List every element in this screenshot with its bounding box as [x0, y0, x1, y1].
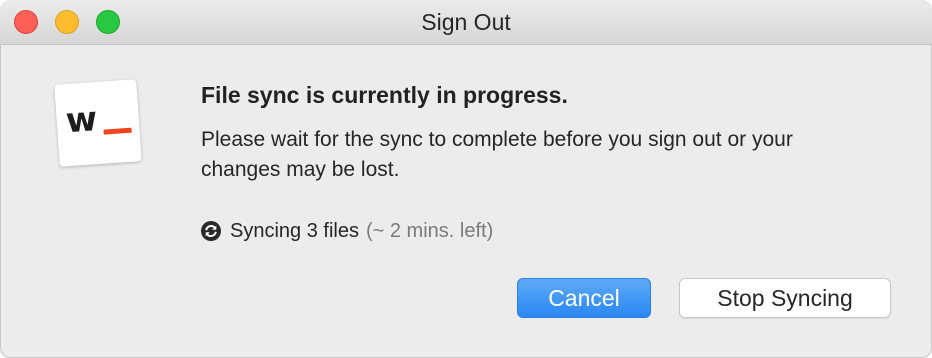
- sync-time-remaining: (~ 2 mins. left): [365, 219, 494, 242]
- sync-status: Syncing 3 files (~ 2 mins. left): [201, 216, 493, 246]
- title-bar[interactable]: Sign Out: [0, 0, 932, 45]
- sync-status-text: Syncing 3 files: [230, 219, 359, 242]
- dialog-heading: File sync is currently in progress.: [201, 82, 568, 108]
- sync-icon: [201, 221, 221, 241]
- logo-letter-w: w: [64, 99, 98, 142]
- window-title: Sign Out: [421, 9, 511, 35]
- stop-syncing-button[interactable]: Stop Syncing: [679, 278, 891, 318]
- logo-underscore-bar: [103, 127, 132, 135]
- app-logo-icon: w: [54, 79, 142, 167]
- dialog-message: Please wait for the sync to complete bef…: [201, 128, 793, 181]
- cancel-button[interactable]: Cancel: [517, 278, 651, 318]
- sign-out-dialog-window: Sign Out w File sync is currently in pro…: [0, 0, 932, 358]
